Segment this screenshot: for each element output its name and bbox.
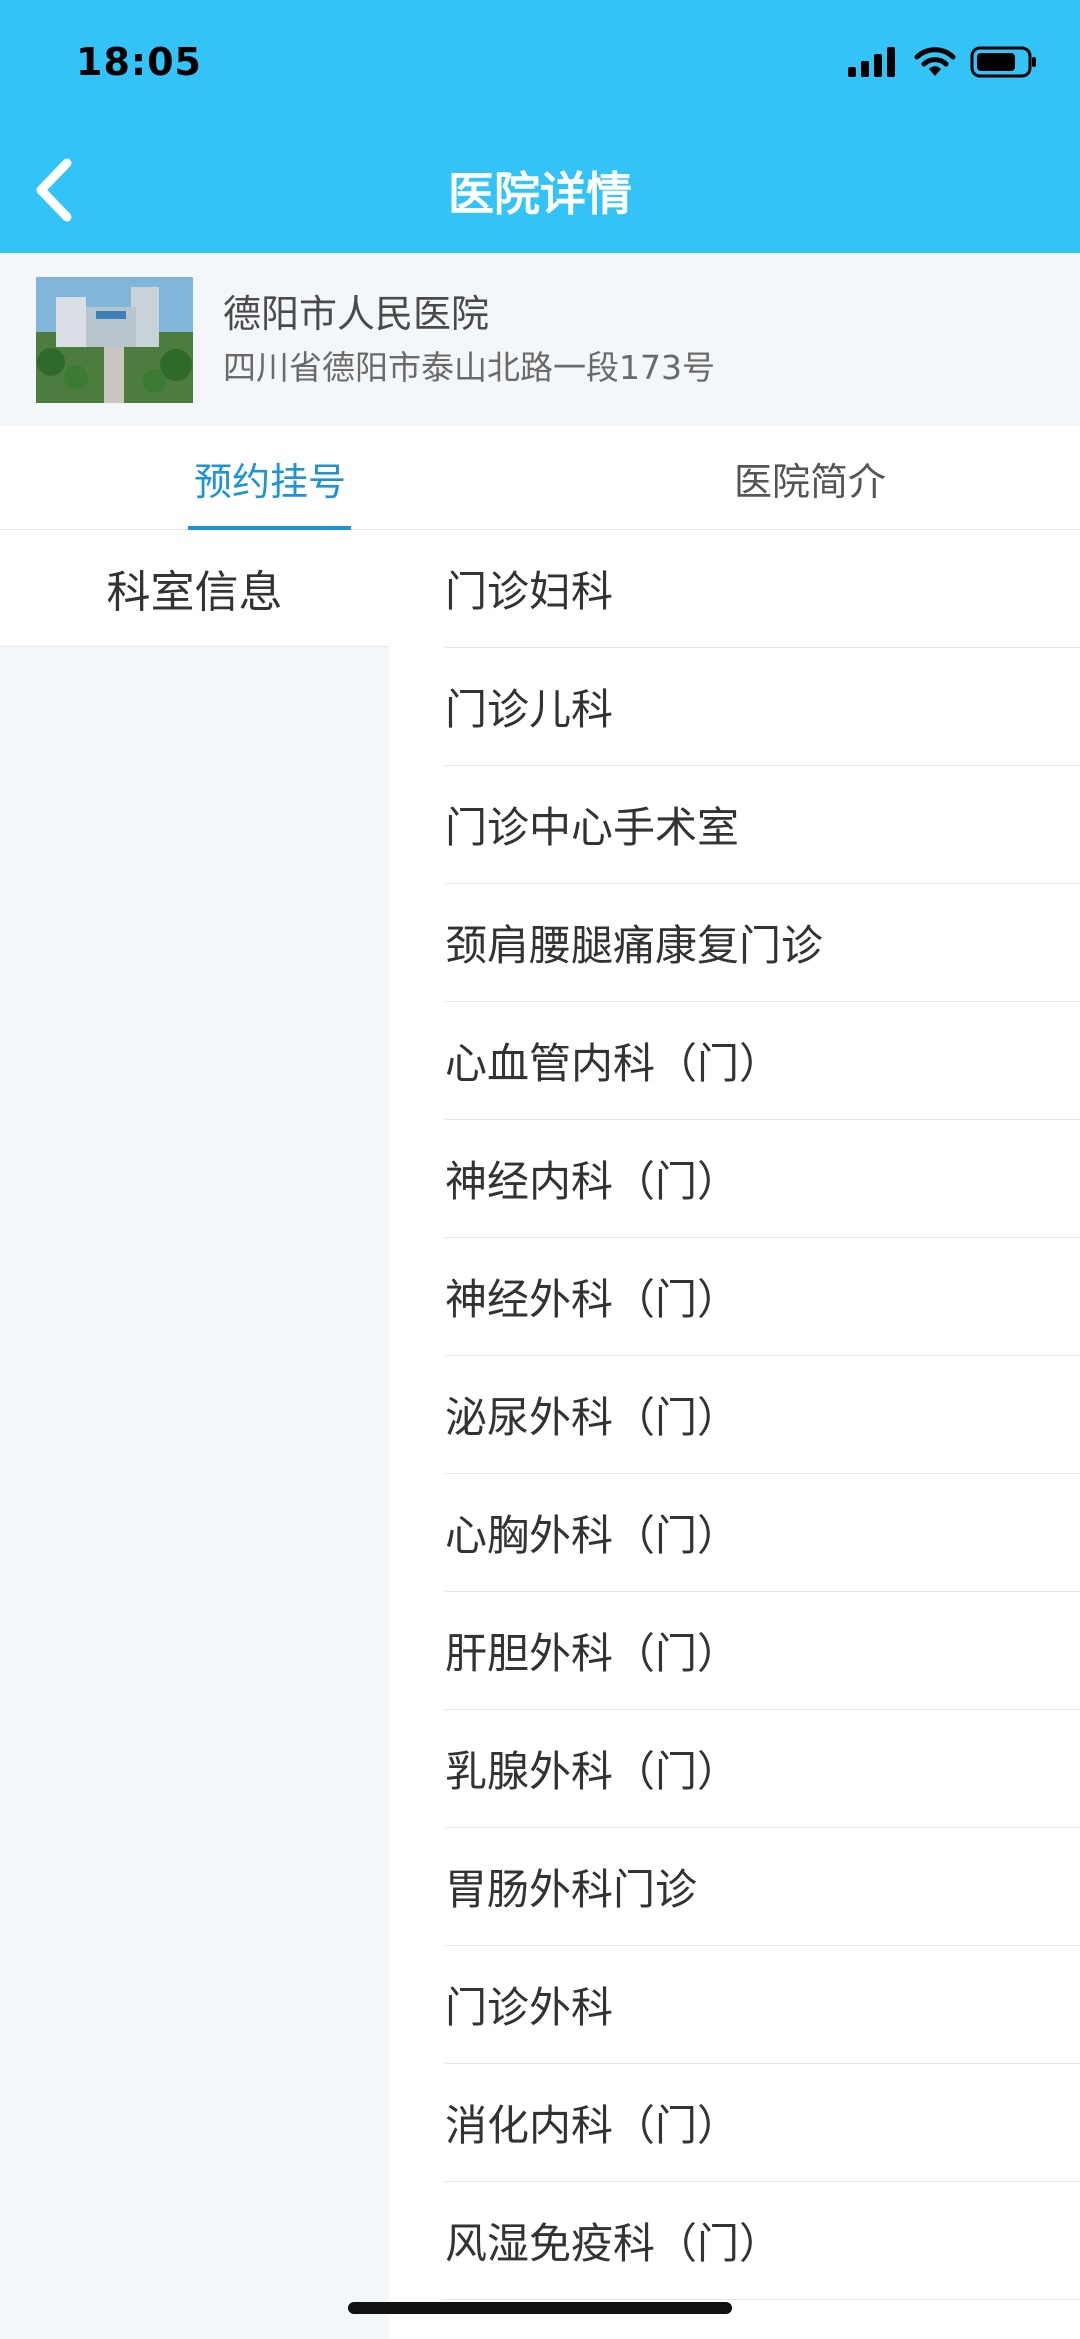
department-list: 门诊妇科 门诊儿科 门诊中心手术室 颈肩腰腿痛康复门诊 心血管内科（门） 神经内… xyxy=(389,530,1080,2339)
hospital-photo xyxy=(36,277,193,403)
tab-appointment[interactable]: 预约挂号 xyxy=(120,426,420,530)
page-title: 医院详情 xyxy=(448,167,632,221)
department-sidebar: 科室信息 xyxy=(0,530,389,2339)
app-header: 18:05 医院详情 xyxy=(0,0,1080,253)
signal-icon xyxy=(848,47,900,81)
status-icons xyxy=(848,44,1038,84)
department-item[interactable]: 肝胆外科（门） xyxy=(445,1592,1080,1710)
battery-icon xyxy=(970,46,1038,82)
hospital-card[interactable]: 德阳市人民医院 四川省德阳市泰山北路一段173号 xyxy=(0,253,1080,426)
department-item[interactable]: 风湿免疫科（门） xyxy=(445,2182,1080,2300)
department-item[interactable]: 心血管内科（门） xyxy=(445,1002,1080,1120)
department-item[interactable]: 泌尿外科（门） xyxy=(445,1356,1080,1474)
department-item[interactable]: 消化内科（门） xyxy=(445,2064,1080,2182)
department-item[interactable]: 门诊外科 xyxy=(445,1946,1080,2064)
department-item[interactable]: 乳腺外科（门） xyxy=(445,1710,1080,1828)
department-item[interactable]: 神经外科（门） xyxy=(445,1238,1080,1356)
department-item[interactable]: 胃肠外科门诊 xyxy=(445,1828,1080,1946)
department-item[interactable]: 门诊儿科 xyxy=(445,648,1080,766)
hospital-address: 四川省德阳市泰山北路一段173号 xyxy=(223,348,715,387)
home-indicator[interactable] xyxy=(348,2302,732,2314)
hospital-name: 德阳市人民医院 xyxy=(223,292,490,336)
department-item[interactable]: 门诊中心手术室 xyxy=(445,766,1080,884)
tab-hospital-intro[interactable]: 医院简介 xyxy=(660,426,960,530)
department-item[interactable]: 门诊妇科 xyxy=(445,530,1080,648)
status-time: 18:05 xyxy=(76,40,202,84)
wifi-icon xyxy=(914,46,956,82)
department-item[interactable]: 心胸外科（门） xyxy=(445,1474,1080,1592)
sidebar-item-department-info[interactable]: 科室信息 xyxy=(0,530,389,647)
tab-bar: 预约挂号 医院简介 xyxy=(0,426,1080,530)
department-item[interactable]: 神经内科（门） xyxy=(445,1120,1080,1238)
department-item[interactable]: 颈肩腰腿痛康复门诊 xyxy=(445,884,1080,1002)
